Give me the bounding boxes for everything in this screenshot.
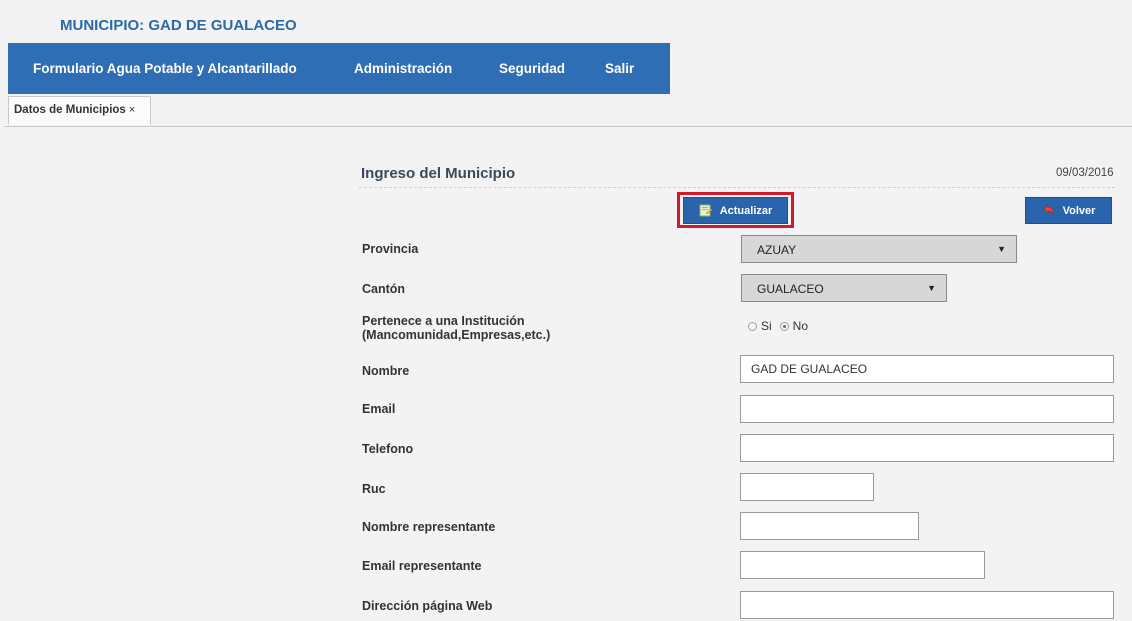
radio-no-label: No (792, 319, 809, 333)
menu-administracion[interactable]: Administración (354, 61, 452, 76)
provincia-value: AZUAY (757, 243, 797, 257)
close-icon[interactable]: × (129, 104, 135, 116)
form-date: 09/03/2016 (1056, 167, 1114, 179)
menu-salir[interactable]: Salir (605, 61, 634, 76)
actualizar-button[interactable]: Actualizar (683, 197, 788, 224)
back-arrow-icon (1042, 204, 1056, 217)
pertenece-label: Pertenece a una Institución (Mancomunida… (362, 314, 550, 342)
nombre-representante-input[interactable] (740, 512, 919, 540)
email-representante-label: Email representante (362, 559, 482, 573)
nombre-input[interactable] (740, 355, 1114, 383)
pertenece-label-line2: (Mancomunidad,Empresas,etc.) (362, 328, 551, 342)
pertenece-label-line1: Pertenece a una Institución (362, 314, 525, 328)
volver-button[interactable]: Volver (1025, 197, 1112, 224)
radio-si[interactable] (748, 321, 757, 331)
radio-si-label: Si (761, 319, 772, 333)
telefono-label: Telefono (362, 442, 414, 456)
ruc-label: Ruc (362, 482, 386, 496)
actualizar-label: Actualizar (719, 204, 773, 217)
ruc-input[interactable] (740, 473, 874, 501)
telefono-input[interactable] (740, 434, 1114, 462)
menu-seguridad[interactable]: Seguridad (499, 61, 565, 76)
provincia-label: Provincia (362, 242, 419, 256)
update-icon (699, 204, 713, 217)
email-input[interactable] (740, 395, 1114, 423)
municipio-title: MUNICIPIO: GAD DE GUALACEO (60, 17, 297, 34)
dropdown-caret-icon: ▼ (997, 244, 1006, 254)
provincia-select[interactable]: AZUAY ▼ (741, 235, 1017, 263)
tab-label: Datos de Municipios (14, 104, 126, 116)
canton-label: Cantón (362, 282, 406, 296)
direccion-web-input[interactable] (740, 591, 1114, 619)
dropdown-caret-icon: ▼ (927, 283, 936, 293)
canton-value: GUALACEO (757, 282, 824, 296)
radio-no[interactable] (779, 321, 789, 331)
email-representante-input[interactable] (740, 551, 985, 579)
nombre-representante-label: Nombre representante (362, 520, 496, 534)
menu-formulario-agua[interactable]: Formulario Agua Potable y Alcantarillado (33, 61, 297, 76)
tab-datos-municipios[interactable]: Datos de Municipios × (8, 96, 151, 125)
canton-select[interactable]: GUALACEO ▼ (741, 274, 947, 302)
form-title: Ingreso del Municipio (361, 165, 516, 182)
nombre-label: Nombre (362, 364, 410, 378)
main-menu-bar: Formulario Agua Potable y Alcantarillado… (8, 43, 670, 94)
title-divider (359, 187, 1115, 188)
email-label: Email (362, 402, 396, 416)
tab-strip: Datos de Municipios × (4, 96, 1132, 127)
direccion-web-label: Dirección página Web (362, 599, 493, 613)
pertenece-radio-group: Si No (748, 319, 808, 333)
volver-label: Volver (1062, 204, 1096, 217)
